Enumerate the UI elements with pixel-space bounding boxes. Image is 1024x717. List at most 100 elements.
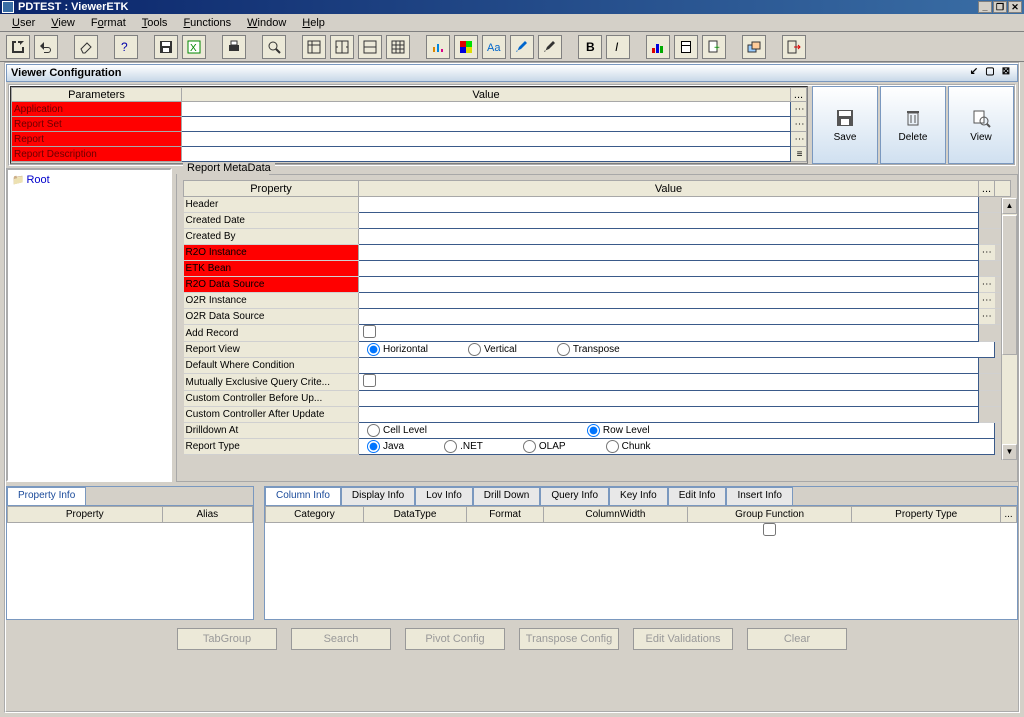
- meta-customafter-val[interactable]: [359, 407, 979, 423]
- scroll-thumb[interactable]: [1002, 215, 1017, 355]
- tab-display-info[interactable]: Display Info: [341, 487, 415, 505]
- meta-defaultwhere-val[interactable]: [359, 358, 979, 374]
- meta-header-val[interactable]: [359, 197, 979, 213]
- param-reportdesc-value[interactable]: [182, 147, 791, 162]
- minimize-button[interactable]: _: [978, 1, 992, 13]
- save-button[interactable]: Save: [812, 86, 878, 164]
- tab-insert-info[interactable]: Insert Info: [726, 487, 792, 505]
- tool-undo-icon[interactable]: [34, 35, 58, 59]
- tab-drill-down[interactable]: Drill Down: [473, 487, 541, 505]
- meta-r2ods-val[interactable]: [359, 277, 979, 293]
- reporttype-java[interactable]: Java: [367, 440, 404, 453]
- tool-colortable-icon[interactable]: [454, 35, 478, 59]
- tool-eraser-icon[interactable]: [74, 35, 98, 59]
- meta-createdby-val[interactable]: [359, 229, 979, 245]
- menu-user[interactable]: User: [4, 17, 43, 29]
- meta-createddate-val[interactable]: [359, 213, 979, 229]
- meta-addrecord-val[interactable]: [359, 325, 979, 342]
- view-button[interactable]: View: [948, 86, 1014, 164]
- transposeconfig-button[interactable]: Transpose Config: [519, 628, 619, 650]
- menu-tools[interactable]: Tools: [134, 17, 176, 29]
- meta-mutuallyexcl-val[interactable]: [359, 374, 979, 391]
- menu-view[interactable]: View: [43, 17, 83, 29]
- scroll-up-icon[interactable]: ▲: [1002, 198, 1017, 214]
- meta-o2rds-val[interactable]: [359, 309, 979, 325]
- meta-o2rinstance-val[interactable]: [359, 293, 979, 309]
- meta-r2oinstance-pick[interactable]: ⋯: [979, 245, 995, 261]
- param-reportset-picker[interactable]: ⋯: [791, 117, 807, 132]
- pivotconfig-button[interactable]: Pivot Config: [405, 628, 505, 650]
- tab-property-info[interactable]: Property Info: [7, 487, 86, 505]
- menu-help[interactable]: Help: [294, 17, 333, 29]
- meta-r2ods-pick[interactable]: ⋯: [979, 277, 995, 293]
- drilldown-row[interactable]: Row Level: [587, 424, 650, 437]
- tool-print-icon[interactable]: [222, 35, 246, 59]
- clear-button[interactable]: Clear: [747, 628, 847, 650]
- tool-colwidth-icon[interactable]: [330, 35, 354, 59]
- tool-addpage-icon[interactable]: +: [702, 35, 726, 59]
- tool-font-icon[interactable]: Aa: [482, 35, 506, 59]
- param-report-picker[interactable]: ⋯: [791, 132, 807, 147]
- tool-excel-icon[interactable]: X: [182, 35, 206, 59]
- param-reportdesc-picker[interactable]: ≡: [791, 147, 807, 162]
- reporttype-chunk[interactable]: Chunk: [606, 440, 651, 453]
- meta-r2oinstance-val[interactable]: [359, 245, 979, 261]
- tab-edit-info[interactable]: Edit Info: [668, 487, 727, 505]
- tabgroup-button[interactable]: TabGroup: [177, 628, 277, 650]
- tree-root[interactable]: Root: [12, 174, 166, 186]
- mutuallyexcl-checkbox[interactable]: [363, 374, 376, 387]
- drilldown-cell[interactable]: Cell Level: [367, 424, 427, 437]
- tool-refresh-icon[interactable]: [6, 35, 30, 59]
- tool-italic-icon[interactable]: I: [606, 35, 630, 59]
- menu-window[interactable]: Window: [239, 17, 294, 29]
- tool-brush-icon[interactable]: [510, 35, 534, 59]
- addrecord-checkbox[interactable]: [363, 325, 376, 338]
- tool-help-icon[interactable]: ?: [114, 35, 138, 59]
- meta-o2rds-pick[interactable]: ⋯: [979, 309, 995, 325]
- tool-paint-icon[interactable]: [538, 35, 562, 59]
- panel-max-icon[interactable]: ▢: [983, 66, 997, 80]
- param-application-picker[interactable]: ⋯: [791, 102, 807, 117]
- param-application-value[interactable]: [182, 102, 791, 117]
- param-report-value[interactable]: [182, 132, 791, 147]
- tab-query-info[interactable]: Query Info: [540, 487, 609, 505]
- meta-o2rinstance-pick[interactable]: ⋯: [979, 293, 995, 309]
- panel-close-icon[interactable]: ⊠: [999, 66, 1013, 80]
- tool-layers-icon[interactable]: [742, 35, 766, 59]
- reporttype-olap[interactable]: OLAP: [523, 440, 566, 453]
- delete-button[interactable]: Delete: [880, 86, 946, 164]
- param-reportset-value[interactable]: [182, 117, 791, 132]
- search-button[interactable]: Search: [291, 628, 391, 650]
- tool-barchart-icon[interactable]: [646, 35, 670, 59]
- tool-rowheight-icon[interactable]: [358, 35, 382, 59]
- meta-etkbean-val[interactable]: [359, 261, 979, 277]
- menu-functions[interactable]: Functions: [175, 17, 239, 29]
- reportview-vertical[interactable]: Vertical: [468, 343, 517, 356]
- col-category: Category: [266, 507, 364, 523]
- reportview-transpose[interactable]: Transpose: [557, 343, 620, 356]
- tool-bold-icon[interactable]: B: [578, 35, 602, 59]
- tab-key-info[interactable]: Key Info: [609, 487, 668, 505]
- tool-table1-icon[interactable]: [302, 35, 326, 59]
- scroll-down-icon[interactable]: ▼: [1002, 444, 1017, 460]
- window-controls: _ ❐ ✕: [977, 1, 1022, 13]
- panel-min-icon[interactable]: ↙: [967, 66, 981, 80]
- menu-format[interactable]: Format: [83, 17, 134, 29]
- tool-grid-icon[interactable]: [386, 35, 410, 59]
- meta-custombefore-val[interactable]: [359, 391, 979, 407]
- tool-zoom-icon[interactable]: [262, 35, 286, 59]
- groupfn-checkbox[interactable]: [763, 523, 776, 536]
- close-button[interactable]: ✕: [1008, 1, 1022, 13]
- reporttype-net[interactable]: .NET: [444, 440, 483, 453]
- tab-column-info[interactable]: Column Info: [265, 487, 341, 505]
- tool-save-icon[interactable]: [154, 35, 178, 59]
- metadata-scrollbar[interactable]: ▲ ▼: [1001, 198, 1017, 460]
- tab-lov-info[interactable]: Lov Info: [415, 487, 473, 505]
- tool-report-icon[interactable]: [674, 35, 698, 59]
- reportview-horizontal[interactable]: Horizontal: [367, 343, 428, 356]
- tool-chart-icon[interactable]: [426, 35, 450, 59]
- tool-exit-icon[interactable]: [782, 35, 806, 59]
- panel-title: Viewer Configuration ↙ ▢ ⊠: [6, 64, 1018, 82]
- maximize-button[interactable]: ❐: [993, 1, 1007, 13]
- editvalidations-button[interactable]: Edit Validations: [633, 628, 733, 650]
